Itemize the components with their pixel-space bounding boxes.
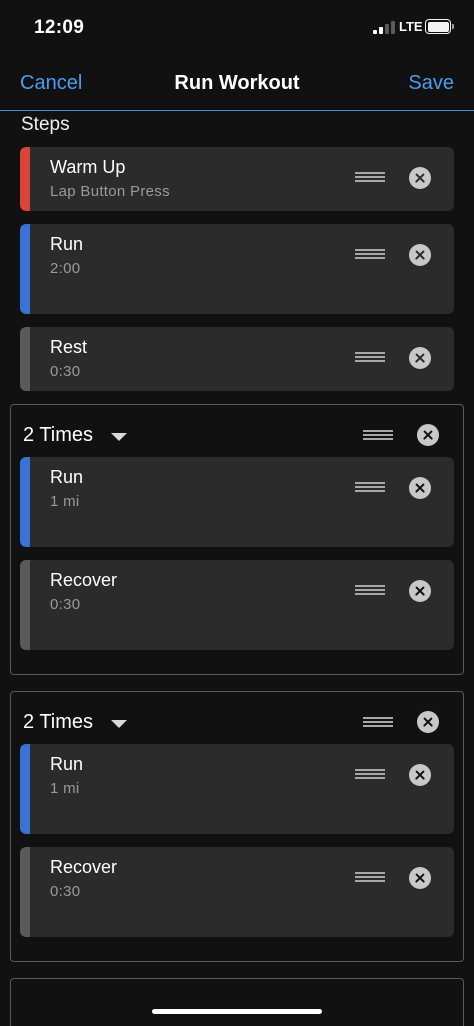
status-bar: 12:09 LTE bbox=[0, 0, 474, 56]
step-color-bar bbox=[20, 744, 30, 834]
drag-handle-icon[interactable] bbox=[355, 480, 385, 496]
step-detail: 1 mi bbox=[50, 493, 80, 510]
delete-step-icon[interactable] bbox=[409, 580, 431, 602]
delete-step-icon[interactable] bbox=[409, 347, 431, 369]
drag-handle-icon[interactable] bbox=[355, 170, 385, 186]
step-color-bar bbox=[20, 847, 30, 937]
steps-list[interactable]: Steps Warm Up Lap Button Press Run 2:00 … bbox=[0, 112, 474, 1026]
drag-handle-icon[interactable] bbox=[363, 715, 393, 731]
step-name: Rest bbox=[50, 337, 88, 357]
step-detail: 1 mi bbox=[50, 780, 80, 797]
nav-bar: Cancel Run Workout Save bbox=[0, 56, 474, 111]
steps-section-label: Steps bbox=[21, 114, 70, 135]
home-indicator[interactable] bbox=[152, 1009, 322, 1014]
step-color-bar bbox=[20, 327, 30, 391]
network-label: LTE bbox=[399, 19, 423, 34]
delete-step-icon[interactable] bbox=[409, 477, 431, 499]
page-title: Run Workout bbox=[174, 72, 300, 94]
step-name: Warm Up bbox=[50, 157, 126, 177]
step-card-run[interactable]: Run 1 mi bbox=[20, 457, 454, 547]
delete-group-icon[interactable] bbox=[417, 711, 439, 733]
step-card-recover[interactable]: Recover 0:30 bbox=[20, 847, 454, 937]
run-workout-screen: 12:09 LTE Cancel Run Workout Save Steps … bbox=[0, 0, 474, 1026]
status-time: 12:09 bbox=[34, 17, 85, 38]
repeat-count-dropdown[interactable]: 2 Times bbox=[23, 424, 93, 447]
battery-cap bbox=[452, 24, 454, 29]
step-detail: Lap Button Press bbox=[50, 183, 170, 200]
step-color-bar bbox=[20, 224, 30, 314]
repeat-group[interactable]: 2 Times Run 1 mi Recover 0:30 bbox=[10, 691, 464, 962]
chevron-down-icon[interactable] bbox=[111, 433, 127, 441]
step-detail: 0:30 bbox=[50, 883, 81, 900]
step-detail: 0:30 bbox=[50, 596, 81, 613]
repeat-group[interactable]: 2 Times Run 1 mi Recover 0:30 bbox=[10, 404, 464, 675]
drag-handle-icon[interactable] bbox=[363, 428, 393, 444]
step-name: Run bbox=[50, 754, 84, 774]
step-color-bar bbox=[20, 457, 30, 547]
step-color-bar bbox=[20, 560, 30, 650]
delete-group-icon[interactable] bbox=[417, 424, 439, 446]
delete-step-icon[interactable] bbox=[409, 244, 431, 266]
step-detail: 2:00 bbox=[50, 260, 81, 277]
delete-step-icon[interactable] bbox=[409, 867, 431, 889]
step-name: Recover bbox=[50, 570, 118, 590]
step-card-warm-up[interactable]: Warm Up Lap Button Press bbox=[20, 147, 454, 211]
step-card-run[interactable]: Run 1 mi bbox=[20, 744, 454, 834]
delete-step-icon[interactable] bbox=[409, 167, 431, 189]
step-detail: 0:30 bbox=[50, 363, 81, 380]
step-card-run[interactable]: Run 2:00 bbox=[20, 224, 454, 314]
drag-handle-icon[interactable] bbox=[355, 350, 385, 366]
chevron-down-icon[interactable] bbox=[111, 720, 127, 728]
drag-handle-icon[interactable] bbox=[355, 247, 385, 263]
step-name: Run bbox=[50, 467, 84, 487]
repeat-group-partial[interactable] bbox=[10, 978, 464, 1026]
step-card-rest[interactable]: Rest 0:30 bbox=[20, 327, 454, 391]
signal-icon bbox=[373, 20, 395, 34]
step-card-recover[interactable]: Recover 0:30 bbox=[20, 560, 454, 650]
battery-icon bbox=[425, 19, 451, 34]
step-name: Recover bbox=[50, 857, 118, 877]
drag-handle-icon[interactable] bbox=[355, 767, 385, 783]
drag-handle-icon[interactable] bbox=[355, 583, 385, 599]
step-name: Run bbox=[50, 234, 84, 254]
delete-step-icon[interactable] bbox=[409, 764, 431, 786]
step-color-bar bbox=[20, 147, 30, 211]
save-button[interactable]: Save bbox=[408, 72, 454, 95]
drag-handle-icon[interactable] bbox=[355, 870, 385, 886]
repeat-count-dropdown[interactable]: 2 Times bbox=[23, 711, 93, 734]
